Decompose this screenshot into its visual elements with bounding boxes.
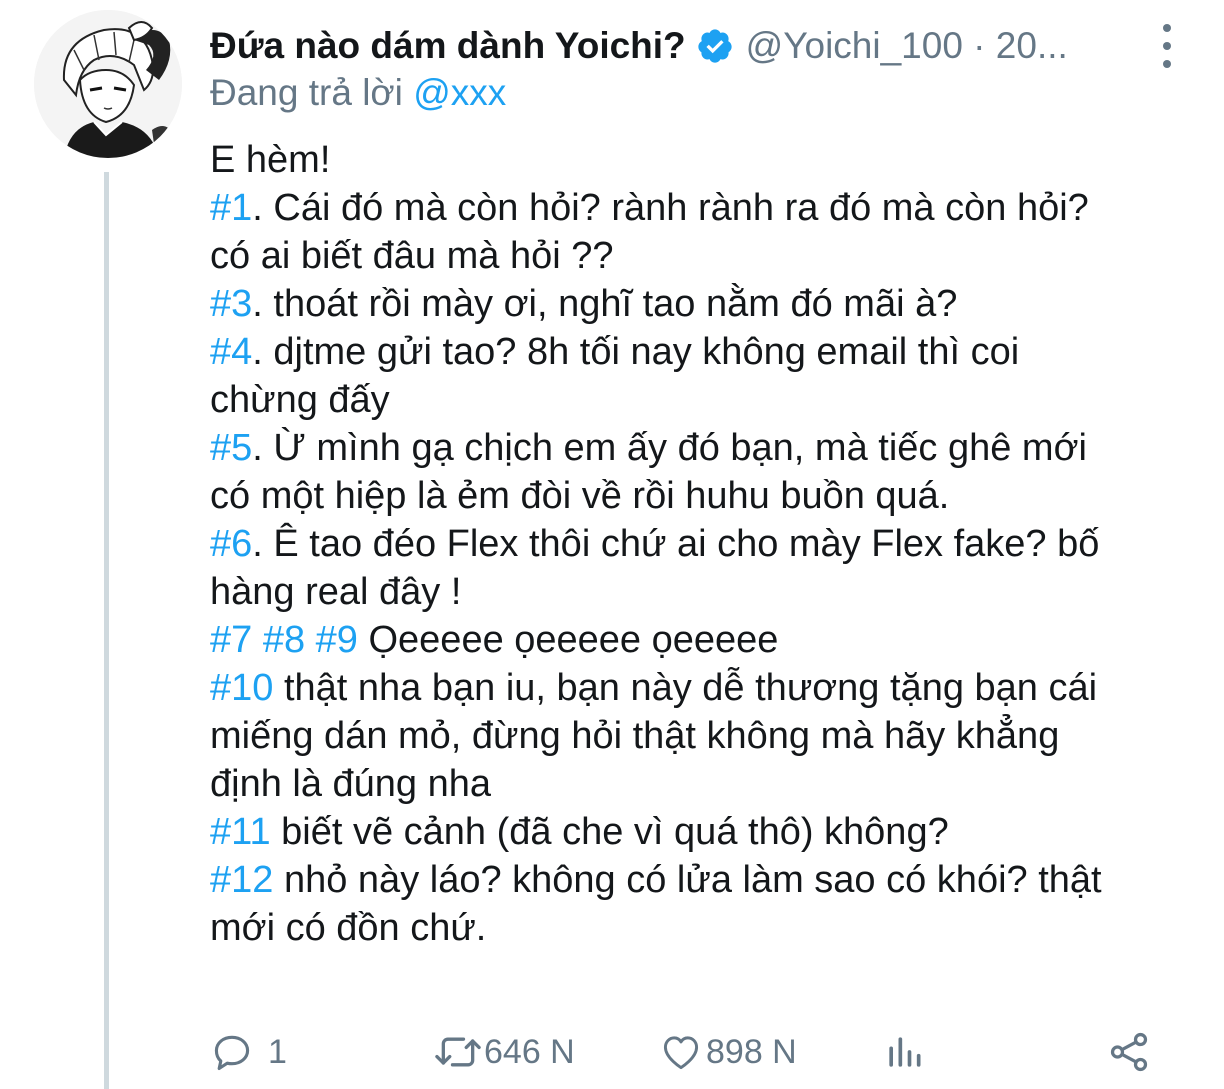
hashtag-link[interactable]: #1 (210, 187, 252, 229)
retweet-button[interactable]: 646 N (432, 1026, 575, 1078)
like-button[interactable]: 898 N (658, 1026, 797, 1078)
hashtag-link[interactable]: #5 (210, 427, 252, 469)
analytics-icon (882, 1030, 926, 1074)
tweet-line-text: E hèm! (210, 139, 331, 181)
tweet-line: miếng dán mỏ, đừng hỏi thật không mà hãy… (210, 712, 1200, 760)
tweet-line-text: có ai biết đâu mà hỏi ?? (210, 235, 614, 277)
reply-count: 1 (268, 1032, 287, 1071)
user-handle[interactable]: @Yoichi_100 · 20... (746, 25, 1068, 67)
tweet-line-text: nhỏ này láo? không có lửa làm sao có khó… (273, 859, 1102, 901)
avatar-illustration (34, 10, 182, 158)
tweet-line-text: . djtme gửi tao? 8h tối nay không email … (252, 331, 1020, 373)
tweet-line: định là đúng nha (210, 760, 1200, 808)
tweet-line-text: định là đúng nha (210, 763, 492, 805)
tweet-line: #5. Ừ mình gạ chịch em ấy đó bạn, mà tiế… (210, 424, 1200, 472)
tweet-line: mới có đồn chứ. (210, 904, 1200, 952)
replying-to: Đang trả lời @xxx (210, 72, 506, 114)
like-icon (658, 1030, 704, 1074)
tweet-line: có một hiệp là ẻm đòi về rồi huhu buồn q… (210, 472, 1200, 520)
tweet-line: #6. Ê tao đéo Flex thôi chứ ai cho mày F… (210, 520, 1200, 568)
tweet-line: chừng đấy (210, 376, 1200, 424)
hashtag-link[interactable]: #3 (210, 283, 252, 325)
tweet-line-text: hàng real đây ! (210, 571, 462, 613)
tweet-line: #11 biết vẽ cảnh (đã che vì quá thô) khô… (210, 808, 1200, 856)
reply-button[interactable]: 1 (210, 1026, 287, 1078)
reply-mention-link[interactable]: @xxx (413, 72, 506, 113)
hashtag-link[interactable]: #7 #8 #9 (210, 619, 358, 661)
tweet-line-text: . Ê tao đéo Flex thôi chứ ai cho mày Fle… (252, 523, 1100, 565)
tweet-actions: 1 646 N 898 N (210, 1026, 1170, 1078)
tweet-line-text: mới có đồn chứ. (210, 907, 487, 949)
tweet-line: #3. thoát rồi mày ơi, nghĩ tao nằm đó mã… (210, 280, 1200, 328)
retweet-count: 646 N (484, 1032, 575, 1071)
reply-prefix: Đang trả lời (210, 72, 403, 113)
hashtag-link[interactable]: #4 (210, 331, 252, 373)
tweet-line: E hèm! (210, 136, 1200, 184)
tweet-line-text: biết vẽ cảnh (đã che vì quá thô) không? (270, 811, 949, 853)
tweet-line-text: . Cái đó mà còn hỏi? rành rành ra đó mà … (252, 187, 1089, 229)
like-count: 898 N (706, 1032, 797, 1071)
verified-badge-icon (696, 27, 734, 65)
tweet-line-text: miếng dán mỏ, đừng hỏi thật không mà hãy… (210, 715, 1060, 757)
tweet-line: #1. Cái đó mà còn hỏi? rành rành ra đó m… (210, 184, 1200, 232)
tweet-line-text: . Ừ mình gạ chịch em ấy đó bạn, mà tiếc … (252, 427, 1087, 469)
tweet-line: #4. djtme gửi tao? 8h tối nay không emai… (210, 328, 1200, 376)
share-icon (1106, 1029, 1152, 1075)
tweet-line-text: có một hiệp là ẻm đòi về rồi huhu buồn q… (210, 475, 950, 517)
tweet-line-text: . thoát rồi mày ơi, nghĩ tao nằm đó mãi … (252, 283, 958, 325)
tweet-line: #10 thật nha bạn iu, bạn này dễ thương t… (210, 664, 1200, 712)
share-button[interactable] (1106, 1026, 1152, 1078)
thread-line (104, 172, 109, 1089)
tweet-line-text: thật nha bạn iu, bạn này dễ thương tặng … (273, 667, 1098, 709)
more-options-icon[interactable] (1152, 24, 1182, 68)
hashtag-link[interactable]: #12 (210, 859, 273, 901)
hashtag-link[interactable]: #11 (210, 811, 271, 853)
display-name[interactable]: Đứa nào dám dành Yoichi? (210, 25, 686, 67)
tweet-header: Đứa nào dám dành Yoichi? @Yoichi_100 · 2… (210, 18, 1200, 74)
tweet-line-text: Ọeeeee ọeeeee ọeeeee (357, 619, 779, 661)
hashtag-link[interactable]: #10 (210, 667, 273, 709)
reply-icon (210, 1030, 254, 1074)
tweet-text: E hèm! #1. Cái đó mà còn hỏi? rành rành r… (210, 136, 1200, 952)
avatar[interactable] (34, 10, 182, 158)
tweet-line: có ai biết đâu mà hỏi ?? (210, 232, 1200, 280)
avatar-column (34, 10, 184, 158)
analytics-button[interactable] (882, 1026, 926, 1078)
tweet-line: #12 nhỏ này láo? không có lửa làm sao có… (210, 856, 1200, 904)
tweet-line-text: chừng đấy (210, 379, 390, 421)
hashtag-link[interactable]: #6 (210, 523, 252, 565)
tweet-line: #7 #8 #9 Ọeeeee ọeeeee ọeeeee (210, 616, 1200, 664)
retweet-icon (432, 1030, 484, 1074)
tweet-line: hàng real đây ! (210, 568, 1200, 616)
